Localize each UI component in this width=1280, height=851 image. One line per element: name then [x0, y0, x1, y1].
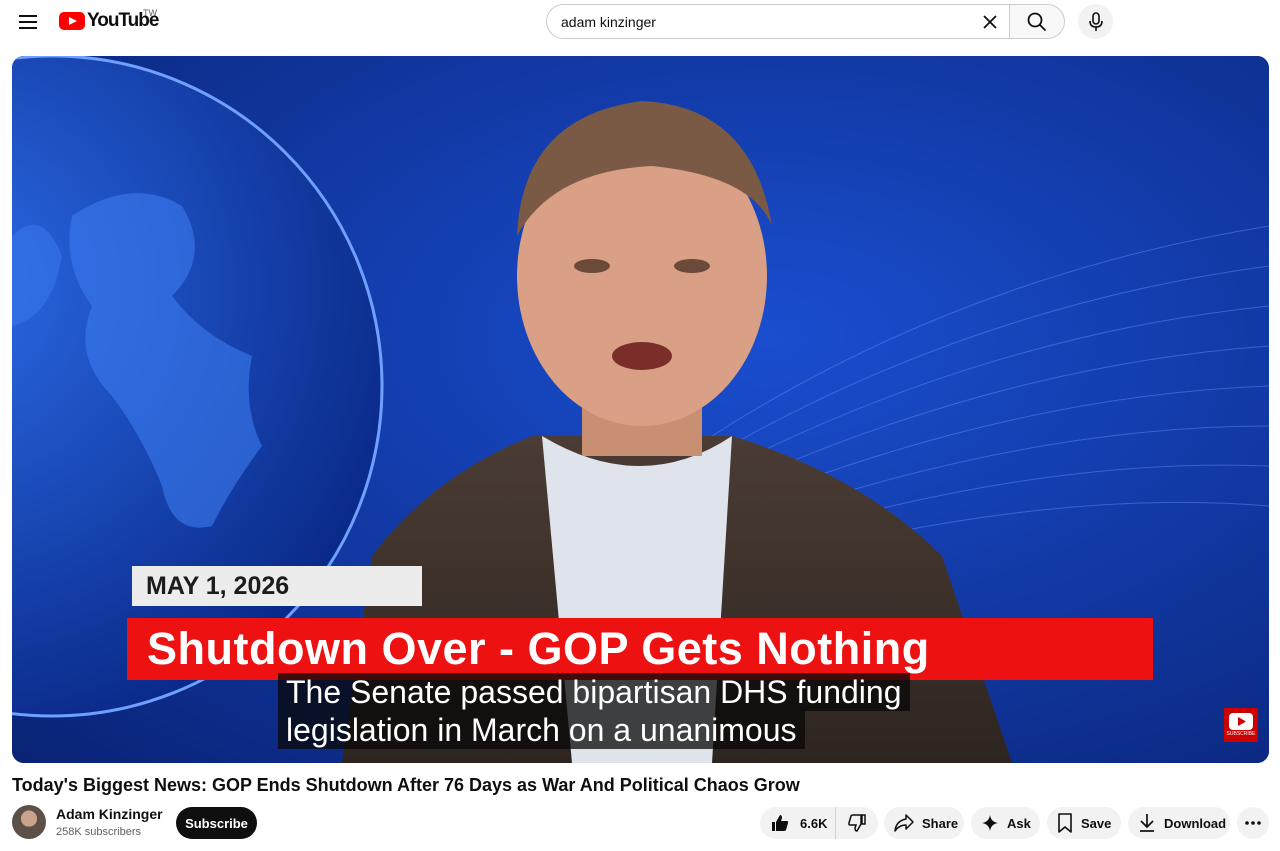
- video-title: Today's Biggest News: GOP Ends Shutdown …: [12, 775, 800, 795]
- download-label: Download: [1164, 815, 1227, 831]
- headline-chyron: Shutdown Over - GOP Gets Nothing: [127, 618, 1153, 680]
- search-icon: [1027, 12, 1047, 31]
- microphone-icon: [1088, 11, 1103, 31]
- watermark-label: SUBSCRIBE: [1226, 731, 1256, 737]
- voice-search-button[interactable]: [1078, 4, 1113, 39]
- subscribe-watermark[interactable]: SUBSCRIBE: [1224, 708, 1258, 742]
- thumbs-up-icon: [772, 815, 789, 831]
- caption-line: legislation in March on a unanimous: [278, 711, 805, 749]
- subscribe-button[interactable]: Subscribe: [176, 807, 257, 839]
- share-button[interactable]: Share: [884, 807, 964, 839]
- region-code: TW: [143, 8, 157, 18]
- more-actions-button[interactable]: [1237, 807, 1269, 839]
- youtube-play-icon: [59, 12, 85, 30]
- captions: The Senate passed bipartisan DHS funding…: [278, 673, 910, 749]
- ask-button[interactable]: Ask: [971, 807, 1040, 839]
- menu-icon[interactable]: [12, 6, 44, 38]
- top-bar: YouTube TW: [0, 0, 1280, 44]
- ask-label: Ask: [1007, 815, 1031, 831]
- subscriber-count: 258K subscribers: [56, 826, 141, 838]
- bookmark-icon: [1058, 813, 1072, 833]
- date-chyron: MAY 1, 2026: [132, 566, 422, 606]
- download-button[interactable]: Download: [1128, 807, 1230, 839]
- search-input[interactable]: [561, 13, 961, 30]
- share-icon: [894, 814, 914, 832]
- like-button[interactable]: 6.6K: [760, 807, 836, 839]
- dislike-button[interactable]: [836, 807, 878, 839]
- youtube-play-icon: [1229, 713, 1253, 730]
- more-horizontal-icon: [1245, 821, 1261, 825]
- avatar[interactable]: [12, 805, 46, 839]
- caption-line: The Senate passed bipartisan DHS funding: [278, 673, 910, 711]
- like-count: 6.6K: [800, 815, 828, 831]
- save-label: Save: [1081, 815, 1112, 831]
- clear-search-icon[interactable]: [974, 6, 1006, 38]
- sparkle-icon: [982, 815, 998, 831]
- save-button[interactable]: Save: [1047, 807, 1121, 839]
- like-dislike-group: 6.6K: [760, 807, 878, 839]
- channel-name[interactable]: Adam Kinzinger: [56, 806, 163, 822]
- video-player[interactable]: MAY 1, 2026 Shutdown Over - GOP Gets Not…: [12, 56, 1269, 763]
- share-label: Share: [922, 815, 959, 831]
- search-box: [546, 4, 1010, 39]
- search-button[interactable]: [1009, 4, 1065, 39]
- download-icon: [1140, 814, 1154, 832]
- thumbs-down-icon: [848, 814, 866, 832]
